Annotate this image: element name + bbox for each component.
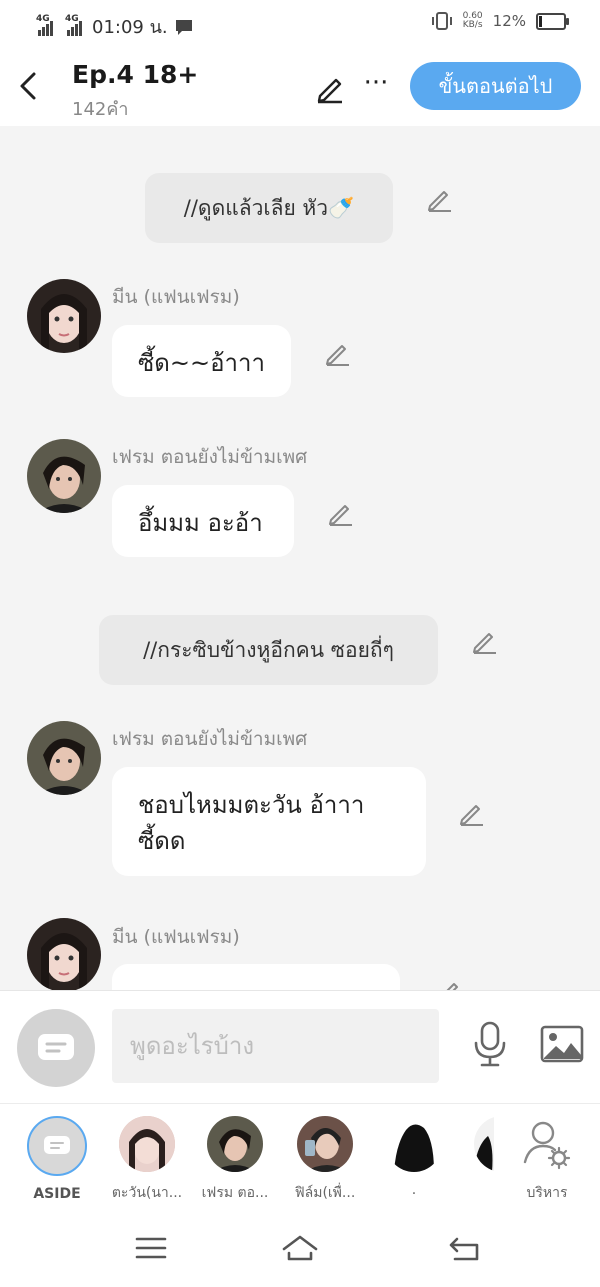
network-speed: 0.60 KB/s (462, 11, 483, 30)
battery-percent: 12% (492, 12, 526, 30)
character-picker: ASIDE ตะวัน(นา... เฟรม ตอ... ฟิล์ม(เพื่.… (0, 1103, 600, 1208)
character-partial[interactable] (450, 1116, 494, 1182)
avatar-meen[interactable] (27, 918, 101, 990)
signal-icon: 4G (36, 14, 53, 36)
message-input-bar (0, 990, 600, 1103)
status-bar: 4G 4G 01:09 น. 0.60 KB/s 12% (0, 0, 600, 48)
editor-header: Ep.4 18+ 142คำ ··· ขั้นตอนต่อไป (0, 48, 600, 126)
narration-message[interactable]: //ดูดแล้วเลีย หัว🍼 (145, 173, 393, 243)
word-count: 142คำ (72, 99, 129, 120)
back-chevron-icon[interactable] (14, 68, 44, 104)
user-gear-icon (523, 1121, 571, 1170)
chat-bubble[interactable] (112, 964, 400, 990)
character-frame[interactable]: เฟรม ตอ... (192, 1116, 278, 1204)
sender-name: เฟรม ตอนยังไม่ข้ามเพศ (112, 446, 308, 468)
message-input[interactable] (112, 1009, 439, 1083)
avatar-meen[interactable] (27, 279, 101, 353)
edit-message-pencil-icon[interactable] (435, 976, 465, 990)
character-film[interactable]: ฟิล์ม(เพื่... (282, 1116, 368, 1204)
chat-bubble[interactable]: ซี้ด~~อ้าาา (112, 325, 291, 397)
sender-name: มีน (แฟนเฟรม) (112, 926, 240, 948)
edit-message-pencil-icon[interactable] (425, 184, 455, 214)
signal-icon: 4G (65, 14, 82, 36)
chat-bubble[interactable]: ชอบไหมมตะวัน อ้าาา ซี้ดด (112, 767, 426, 876)
aside-toggle-button[interactable] (17, 1009, 95, 1087)
sender-name: เฟรม ตอนยังไม่ข้ามเพศ (112, 728, 308, 750)
microphone-icon[interactable] (470, 1021, 510, 1067)
edit-message-pencil-icon[interactable] (323, 338, 353, 368)
manage-characters-button[interactable]: บริหาร (504, 1116, 590, 1204)
next-step-button[interactable]: ขั้นตอนต่อไป (410, 62, 581, 110)
battery-icon (536, 12, 569, 30)
home-icon[interactable] (280, 1231, 320, 1265)
vibrate-icon (431, 12, 452, 30)
character-unnamed[interactable]: . (371, 1116, 457, 1198)
clock: 01:09 น. (92, 17, 168, 38)
avatar-frame[interactable] (27, 439, 101, 513)
episode-title: Ep.4 18+ (72, 60, 199, 89)
edit-message-pencil-icon[interactable] (457, 798, 487, 828)
more-options-button[interactable]: ··· (362, 70, 390, 102)
chat-bubble[interactable]: อึ้มมม อะอ้า (112, 485, 294, 557)
back-arrow-icon[interactable] (445, 1231, 485, 1265)
menu-icon[interactable] (131, 1231, 171, 1265)
system-nav-bar (0, 1207, 600, 1287)
chat-area: //ดูดแล้วเลีย หัว🍼 มีน (แฟนเฟรม) ซี้ด~~อ… (0, 126, 600, 990)
message-notification-icon (175, 19, 192, 35)
pencil-icon[interactable] (314, 72, 346, 104)
narration-message[interactable]: //กระซิบข้างหูอีกคน ซอยถี่ๆ (99, 615, 438, 685)
chat-bubble-icon (44, 1136, 70, 1154)
avatar-frame[interactable] (27, 721, 101, 795)
character-aside[interactable]: ASIDE (14, 1116, 100, 1202)
image-icon[interactable] (540, 1025, 584, 1063)
chat-bubble-icon (38, 1034, 74, 1060)
edit-message-pencil-icon[interactable] (326, 498, 356, 528)
edit-message-pencil-icon[interactable] (470, 626, 500, 656)
character-tawan[interactable]: ตะวัน(นา... (104, 1116, 190, 1204)
sender-name: มีน (แฟนเฟรม) (112, 286, 240, 308)
